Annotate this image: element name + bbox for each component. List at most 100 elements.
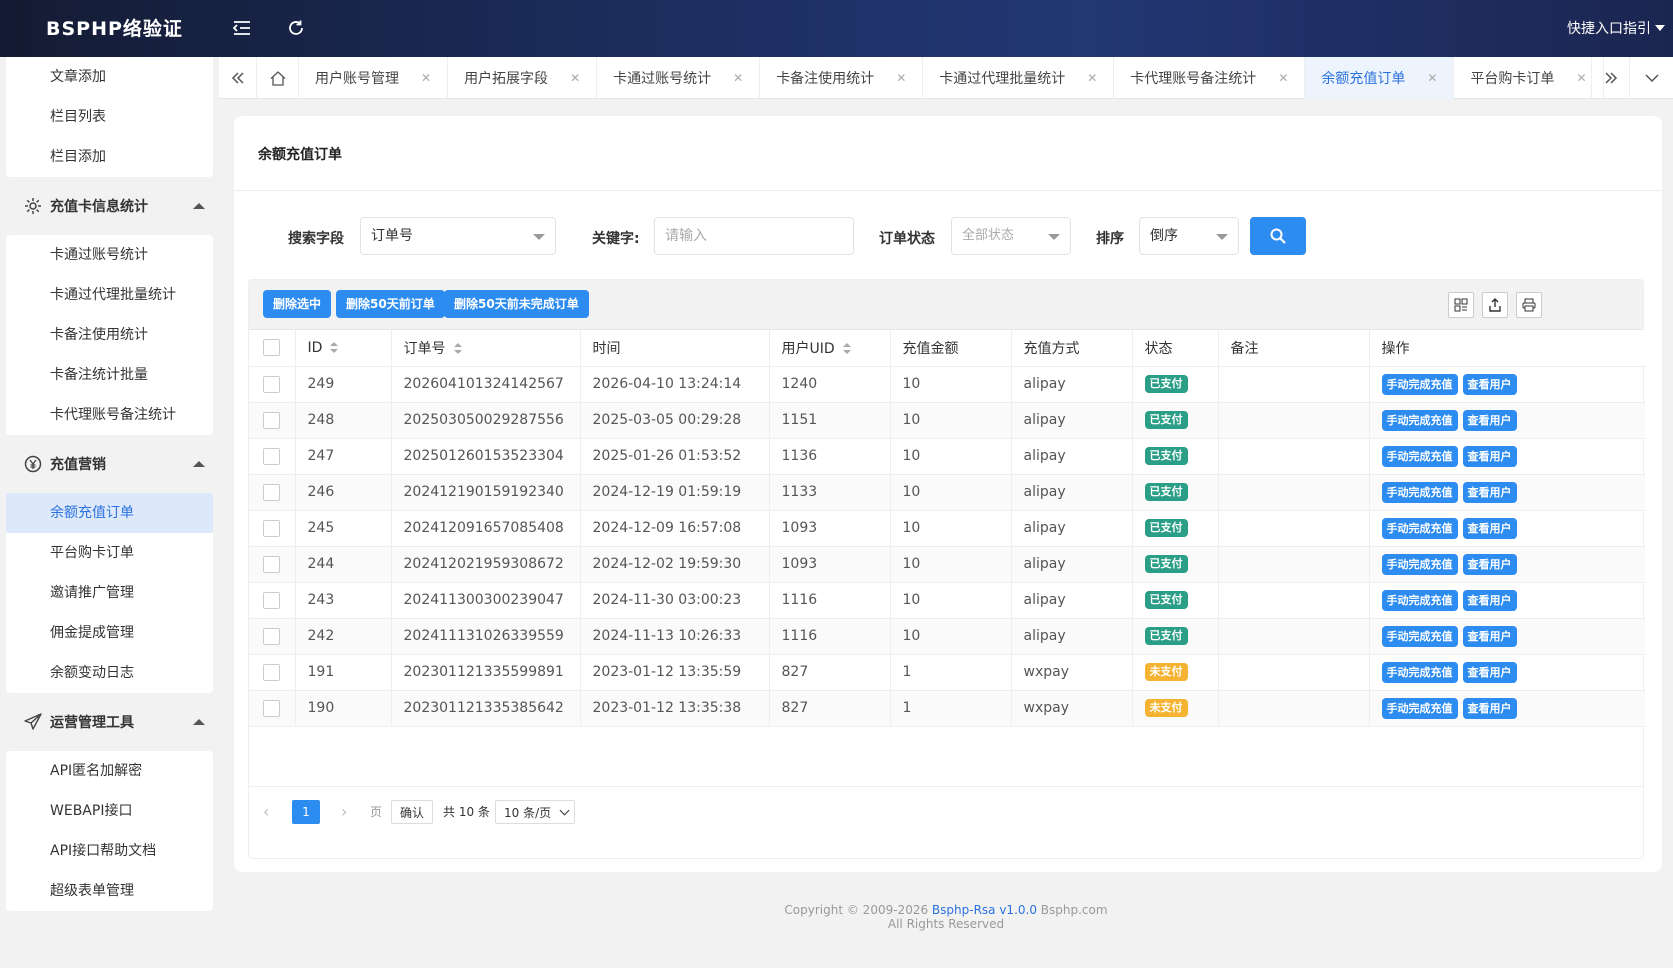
search-field-select[interactable]: 订单号 [360, 217, 556, 255]
sidebar-group-ops-tools[interactable]: 运营管理工具 [0, 693, 219, 751]
close-icon[interactable]: ✕ [1278, 71, 1288, 85]
sidebar-item-column-add[interactable]: 栏目添加 [6, 137, 213, 177]
sidebar-item-invite-promotion[interactable]: 邀请推广管理 [6, 573, 213, 613]
row-checkbox[interactable] [263, 591, 281, 609]
view-user-button[interactable]: 查看用户 [1462, 625, 1517, 647]
close-icon[interactable]: ✕ [1087, 71, 1097, 85]
manual-complete-button[interactable]: 手动完成充值 [1381, 589, 1458, 611]
row-checkbox[interactable] [263, 699, 281, 717]
tab-user-fields[interactable]: 用户拓展字段 ✕ [448, 57, 598, 99]
close-icon[interactable]: ✕ [896, 71, 906, 85]
sidebar-item-platform-card-orders[interactable]: 平台购卡订单 [6, 533, 213, 573]
menu-collapse-icon[interactable] [230, 16, 254, 40]
tab-card-account-stats[interactable]: 卡通过账号统计 ✕ [597, 57, 761, 99]
columns-filter-icon[interactable] [1448, 292, 1474, 318]
close-icon[interactable]: ✕ [1576, 71, 1586, 85]
view-user-button[interactable]: 查看用户 [1462, 553, 1517, 575]
view-user-button[interactable]: 查看用户 [1462, 697, 1517, 719]
tabs-scroll-right-icon[interactable] [1591, 57, 1629, 99]
col-uid[interactable]: 用户UID [769, 330, 891, 367]
tab-user-accounts[interactable]: 用户账号管理 ✕ [299, 57, 449, 99]
sidebar-group-card-stats[interactable]: 充值卡信息统计 [0, 177, 219, 235]
manual-complete-button[interactable]: 手动完成充值 [1381, 697, 1458, 719]
select-all-checkbox[interactable] [263, 339, 281, 357]
view-user-button[interactable]: 查看用户 [1462, 445, 1517, 467]
col-order-no[interactable]: 订单号 [391, 330, 581, 367]
page-1-button[interactable]: 1 [292, 800, 320, 824]
close-icon[interactable]: ✕ [421, 71, 431, 85]
row-checkbox[interactable] [263, 519, 281, 537]
delete-selected-button[interactable]: 删除选中 [263, 290, 332, 318]
print-icon[interactable] [1516, 292, 1542, 318]
sort-icon[interactable] [330, 341, 339, 354]
tab-label: 余额充值订单 [1321, 71, 1406, 87]
version-link[interactable]: Bsphp-Rsa v1.0.0 [932, 903, 1037, 917]
view-user-button[interactable]: 查看用户 [1462, 409, 1517, 431]
cell-amount: 10 [890, 546, 1012, 583]
view-user-button[interactable]: 查看用户 [1462, 517, 1517, 539]
sidebar-item-balance-orders[interactable]: 余额充值订单 [6, 493, 213, 533]
sidebar-item-card-note-batch[interactable]: 卡备注统计批量 [6, 355, 213, 395]
view-user-button[interactable]: 查看用户 [1462, 481, 1517, 503]
tab-platform-card-orders[interactable]: 平台购卡订单 ✕ [1454, 57, 1604, 99]
sort-icon[interactable] [453, 342, 462, 355]
manual-complete-button[interactable]: 手动完成充值 [1381, 553, 1458, 575]
delete-50-days-unfinished-button[interactable]: 删除50天前未完成订单 [444, 290, 589, 318]
view-user-button[interactable]: 查看用户 [1462, 373, 1517, 395]
order-status-select[interactable]: 全部状态 [951, 217, 1071, 255]
tab-card-note-usage[interactable]: 卡备注使用统计 ✕ [760, 57, 924, 99]
sidebar-item-api-crypto[interactable]: API匿名加解密 [6, 751, 213, 791]
sidebar-item-article-add[interactable]: 文章添加 [6, 57, 213, 97]
manual-complete-button[interactable]: 手动完成充值 [1381, 625, 1458, 647]
row-checkbox[interactable] [263, 483, 281, 501]
page-confirm-button[interactable]: 确认 [391, 800, 434, 824]
row-checkbox[interactable] [263, 375, 281, 393]
sort-select[interactable]: 倒序 [1139, 217, 1239, 255]
close-icon[interactable]: ✕ [733, 71, 743, 85]
close-icon[interactable]: ✕ [570, 71, 580, 85]
tab-balance-orders[interactable]: 余额充值订单 ✕ [1305, 57, 1455, 99]
sidebar-item-webapi[interactable]: WEBAPI接口 [6, 791, 213, 831]
row-checkbox[interactable] [263, 411, 281, 429]
keyword-input[interactable] [654, 217, 854, 255]
search-field-label: 搜索字段 [288, 231, 344, 247]
manual-complete-button[interactable]: 手动完成充值 [1381, 517, 1458, 539]
tabs-menu-chevron-down-icon[interactable] [1629, 57, 1673, 99]
sidebar-item-balance-log[interactable]: 余额变动日志 [6, 653, 213, 693]
row-checkbox[interactable] [263, 555, 281, 573]
sort-icon[interactable] [842, 342, 851, 355]
cell-status: 已支付 [1132, 618, 1219, 655]
manual-complete-button[interactable]: 手动完成充值 [1381, 661, 1458, 683]
manual-complete-button[interactable]: 手动完成充值 [1381, 445, 1458, 467]
row-checkbox[interactable] [263, 627, 281, 645]
manual-complete-button[interactable]: 手动完成充值 [1381, 409, 1458, 431]
view-user-button[interactable]: 查看用户 [1462, 661, 1517, 683]
row-checkbox[interactable] [263, 447, 281, 465]
next-page-icon[interactable]: › [341, 800, 347, 824]
manual-complete-button[interactable]: 手动完成充值 [1381, 373, 1458, 395]
sidebar-item-commission[interactable]: 佣金提成管理 [6, 613, 213, 653]
prev-page-icon[interactable]: ‹ [263, 800, 269, 824]
manual-complete-button[interactable]: 手动完成充值 [1381, 481, 1458, 503]
sidebar-item-card-note-usage-stats[interactable]: 卡备注使用统计 [6, 315, 213, 355]
sidebar-group-recharge-marketing[interactable]: 充值营销 [0, 435, 219, 493]
sidebar-item-card-agent-batch-stats[interactable]: 卡通过代理批量统计 [6, 275, 213, 315]
tabs-scroll-left-icon[interactable] [219, 57, 257, 99]
refresh-icon[interactable] [284, 16, 308, 40]
row-checkbox[interactable] [263, 663, 281, 681]
sidebar-item-api-docs[interactable]: API接口帮助文档 [6, 831, 213, 871]
search-button[interactable] [1250, 217, 1306, 255]
col-id[interactable]: ID [295, 330, 392, 367]
export-icon[interactable] [1482, 292, 1508, 318]
sidebar-item-column-list[interactable]: 栏目列表 [6, 97, 213, 137]
delete-50-days-button[interactable]: 删除50天前订单 [336, 290, 445, 318]
tab-card-agent-note[interactable]: 卡代理账号备注统计 ✕ [1114, 57, 1306, 99]
home-icon[interactable] [257, 57, 299, 99]
page-size-select[interactable]: 10 条/页 [495, 800, 575, 824]
quick-entry-menu[interactable]: 快捷入口指引 [1567, 18, 1665, 38]
sidebar-item-card-account-stats[interactable]: 卡通过账号统计 [6, 235, 213, 275]
tab-card-agent-batch[interactable]: 卡通过代理批量统计 ✕ [923, 57, 1115, 99]
view-user-button[interactable]: 查看用户 [1462, 589, 1517, 611]
sidebar-item-card-agent-note-stats[interactable]: 卡代理账号备注统计 [6, 395, 213, 435]
close-icon[interactable]: ✕ [1427, 71, 1437, 85]
